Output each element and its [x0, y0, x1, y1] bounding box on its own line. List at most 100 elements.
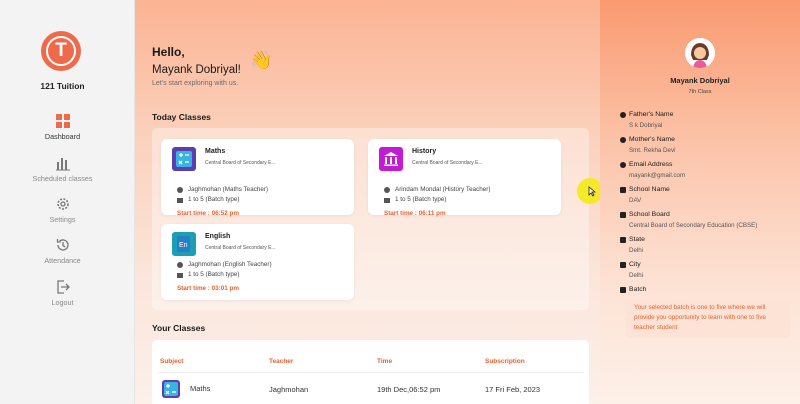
school-icon: [620, 186, 626, 193]
class-batch-row: 1 to 5 (Batch type): [384, 196, 446, 203]
avatar-illustration: [685, 38, 715, 68]
row-subscription: 17 Fri Feb, 2023: [485, 385, 541, 394]
avatar[interactable]: [685, 38, 715, 68]
greeting-subtitle: Let's start exploring with us.: [152, 80, 239, 87]
info-icon: [620, 111, 626, 118]
folder-icon: [177, 197, 183, 203]
class-batch-row: 1 to 5 (Batch type): [177, 271, 239, 278]
header-divider: [157, 372, 584, 373]
column-header-teacher: Teacher: [269, 358, 294, 365]
nav-label: Dashboard: [44, 132, 81, 141]
class-batch-row: 1 to 5 (Batch type): [177, 196, 239, 203]
class-subject: English: [205, 233, 231, 240]
class-start-time: Start time : 06:52 pm: [177, 210, 239, 217]
today-classes-title: Today Classes: [152, 112, 211, 122]
sidebar: T 121 Tuition Dashboard Scheduled classe…: [0, 0, 135, 404]
row-teacher: Jaghmohan: [269, 385, 309, 394]
info-icon: [177, 261, 183, 268]
column-header-time: Time: [377, 358, 393, 365]
class-subject: Maths: [205, 148, 226, 155]
field-label-school: School Name: [620, 186, 670, 193]
class-teacher-row: Jaghmohan (Maths Teacher): [177, 186, 268, 193]
class-start-time: Start time : 06:11 pm: [384, 210, 446, 217]
bar-chart-icon: [55, 158, 70, 171]
logo-letter: T: [55, 40, 67, 61]
building-icon: [620, 236, 626, 243]
class-batch: 1 to 5 (Batch type): [395, 196, 447, 203]
column-header-subject: Subject: [160, 358, 184, 365]
maths-thumbnail: [162, 380, 180, 398]
field-label-father: Father's Name: [620, 111, 673, 118]
nav-attendance[interactable]: Attendance: [0, 237, 125, 265]
wave-emoji: 👋: [250, 50, 273, 70]
museum-icon: [384, 152, 398, 166]
today-classes-panel: Maths Central Board of Secondary E... Ja…: [152, 128, 589, 310]
school-icon: [620, 211, 626, 218]
class-board: Central Board of Secondary E...: [412, 160, 483, 166]
nav-label: Logout: [51, 298, 74, 307]
batch-note: Your selected batch is one to five where…: [626, 300, 790, 338]
field-value-state: Delhi: [629, 247, 644, 254]
logout-icon: [56, 280, 70, 294]
class-teacher: Jaghmohan (English Teacher): [188, 261, 272, 268]
svg-text:En: En: [179, 242, 188, 249]
profile-panel: Mayank Dobriyal 7th Class Father's Name …: [600, 0, 800, 404]
field-value-city: Delhi: [629, 272, 644, 279]
grid-icon: [55, 114, 70, 128]
mouse-pointer-icon: [588, 186, 596, 197]
field-label-email: Email Address: [620, 161, 672, 168]
info-icon: [620, 161, 626, 168]
field-value-email: mayank@gmail.com: [629, 172, 686, 179]
your-classes-table: Subject Teacher Time Subscription Maths …: [152, 340, 589, 404]
class-teacher-row: Jaghmohan (English Teacher): [177, 261, 272, 268]
field-label-state: State: [620, 236, 645, 243]
your-classes-title: Your Classes: [152, 323, 206, 333]
book-icon: En: [177, 236, 190, 252]
class-subject: History: [412, 148, 437, 155]
field-label-batch: Batch: [620, 286, 646, 293]
class-start-time: Start time : 03:01 pm: [177, 285, 239, 292]
row-time: 19th Dec,06:52 pm: [377, 385, 441, 394]
class-card-history[interactable]: History Central Board of Secondary E... …: [368, 139, 561, 217]
history-icon: [56, 239, 69, 251]
building-icon: [620, 261, 626, 268]
greeting-hello: Hello,: [152, 45, 185, 59]
field-value-father: S k Dobriyal: [629, 122, 663, 129]
info-icon: [177, 186, 183, 193]
column-header-subscription: Subscription: [485, 358, 525, 365]
main-content: Hello, Mayank Dobriyal! 👋 Let's start ex…: [135, 0, 603, 404]
nav-label: Settings: [49, 215, 76, 224]
class-card-english[interactable]: En English Central Board of Secondary E.…: [161, 224, 354, 300]
calculator-icon: [164, 382, 178, 396]
field-label-mother: Mother's Name: [620, 136, 675, 143]
info-icon: [384, 186, 390, 193]
history-thumbnail: [379, 147, 403, 171]
folder-icon: [177, 272, 183, 278]
field-label-city: City: [620, 261, 641, 268]
nav-scheduled-classes[interactable]: Scheduled classes: [0, 155, 125, 183]
nav-label: Attendance: [44, 256, 81, 265]
profile-name: Mayank Dobriyal: [670, 76, 730, 85]
field-value-mother: Smt. Rekha Devi: [629, 147, 676, 154]
brand-logo[interactable]: T: [41, 31, 81, 71]
info-icon: [620, 136, 626, 143]
profile-class: 7th Class: [688, 89, 712, 95]
field-value-school: DAV: [629, 197, 642, 204]
class-teacher-row: Arindam Mondal (History Teacher): [384, 186, 490, 193]
class-batch: 1 to 5 (Batch type): [188, 271, 240, 278]
class-batch: 1 to 5 (Batch type): [188, 196, 240, 203]
building-icon: [620, 286, 626, 293]
class-board: Central Board of Secondary E...: [205, 245, 276, 251]
nav-logout[interactable]: Logout: [0, 279, 125, 307]
folder-icon: [384, 197, 390, 203]
class-teacher: Arindam Mondal (History Teacher): [395, 186, 491, 193]
nav-dashboard[interactable]: Dashboard: [0, 113, 125, 141]
nav-settings[interactable]: Settings: [0, 196, 125, 224]
field-value-board: Central Board of Secondary Education (CB…: [629, 222, 758, 229]
class-teacher: Jaghmohan (Maths Teacher): [188, 186, 269, 193]
maths-thumbnail: [172, 147, 196, 171]
english-thumbnail: En: [172, 232, 196, 256]
brand-name: 121 Tuition: [40, 81, 85, 91]
greeting-name: Mayank Dobriyal!: [152, 64, 241, 76]
class-card-maths[interactable]: Maths Central Board of Secondary E... Ja…: [161, 139, 354, 217]
